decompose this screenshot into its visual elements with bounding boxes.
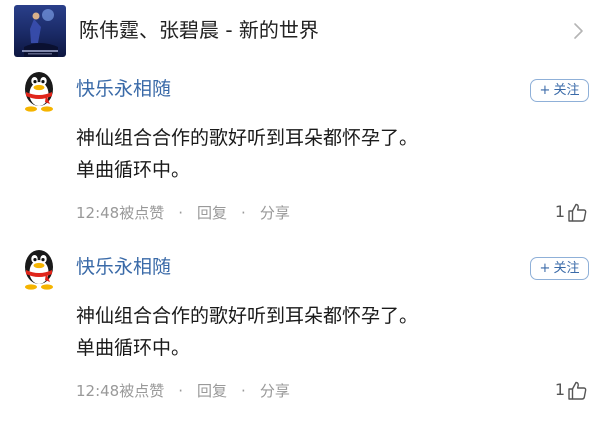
plus-icon: + xyxy=(539,83,551,98)
like-button[interactable]: 1 xyxy=(555,378,588,404)
comment-line: 神仙组合合作的歌好听到耳朵都怀孕了。 xyxy=(76,127,419,149)
liked-by-link[interactable]: 被点赞 xyxy=(119,204,164,222)
comment-item: 快乐永相随 + 关注 神仙组合合作的歌好听到耳朵都怀孕了。 单曲循环中。 12:4… xyxy=(0,62,600,240)
song-title[interactable]: 陈伟霆、张碧晨 - 新的世界 xyxy=(79,16,319,44)
comment-time: 12:48 xyxy=(76,204,120,222)
like-button[interactable]: 1 xyxy=(555,200,588,226)
comment-time: 12:48 xyxy=(76,382,120,400)
reply-button[interactable]: 回复 xyxy=(197,204,227,222)
like-count: 1 xyxy=(554,380,565,399)
comment-meta: 12:48被点赞 · 回复 · 分享 xyxy=(76,380,290,402)
comment-meta: 12:48被点赞 · 回复 · 分享 xyxy=(76,202,290,224)
like-count: 1 xyxy=(554,202,565,221)
username[interactable]: 快乐永相随 xyxy=(76,76,171,102)
chevron-right-icon[interactable] xyxy=(568,20,588,42)
album-cover-art[interactable] xyxy=(14,5,66,57)
username[interactable]: 快乐永相随 xyxy=(76,254,171,280)
comment-text: 神仙组合合作的歌好听到耳朵都怀孕了。 单曲循环中。 xyxy=(76,122,418,186)
comment-line: 单曲循环中。 xyxy=(76,337,191,359)
reply-button[interactable]: 回复 xyxy=(197,382,227,400)
separator-dot: · xyxy=(178,204,184,222)
comment-line: 神仙组合合作的歌好听到耳朵都怀孕了。 xyxy=(76,305,419,327)
separator-dot: · xyxy=(241,204,246,222)
liked-by-link[interactable]: 被点赞 xyxy=(119,382,164,400)
share-button[interactable]: 分享 xyxy=(260,382,290,400)
follow-label: 关注 xyxy=(553,261,580,276)
penguin-avatar[interactable] xyxy=(20,68,58,112)
comment-text: 神仙组合合作的歌好听到耳朵都怀孕了。 单曲循环中。 xyxy=(76,300,418,364)
penguin-avatar[interactable] xyxy=(20,246,58,290)
follow-label: 关注 xyxy=(553,83,580,98)
comment-line: 单曲循环中。 xyxy=(76,159,191,181)
separator-dot: · xyxy=(241,382,246,400)
separator-dot: · xyxy=(178,382,184,400)
song-header[interactable]: 陈伟霆、张碧晨 - 新的世界 xyxy=(0,0,600,62)
thumbs-up-icon[interactable] xyxy=(567,202,588,223)
follow-button[interactable]: + 关注 xyxy=(530,257,589,280)
comment-item: 快乐永相随 + 关注 神仙组合合作的歌好听到耳朵都怀孕了。 单曲循环中。 12:4… xyxy=(0,240,600,418)
thumbs-up-icon[interactable] xyxy=(567,380,588,401)
follow-button[interactable]: + 关注 xyxy=(530,79,589,102)
plus-icon: + xyxy=(539,261,551,276)
share-button[interactable]: 分享 xyxy=(260,204,290,222)
